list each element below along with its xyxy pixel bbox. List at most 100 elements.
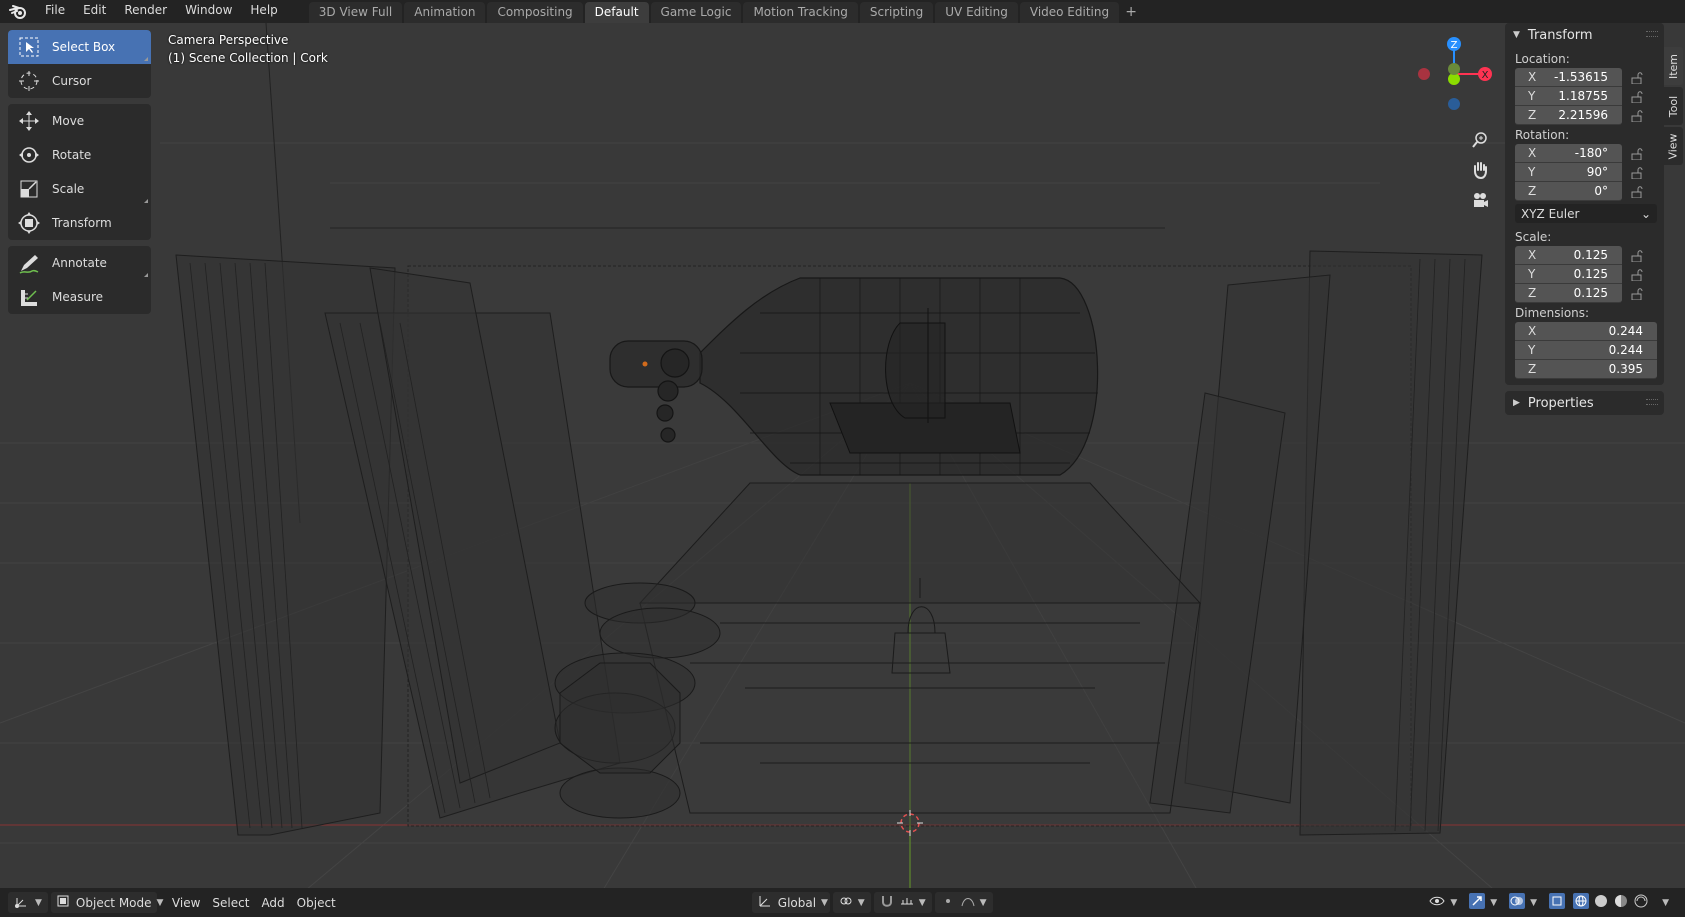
annotate-icon bbox=[16, 250, 42, 276]
pivot-point-dropdown[interactable]: ▼ bbox=[832, 892, 871, 913]
editor-type-button[interactable]: ▼ bbox=[8, 892, 48, 913]
rotation-x-field[interactable]: X -180° bbox=[1515, 144, 1622, 163]
tab-game-logic[interactable]: Game Logic bbox=[650, 2, 742, 23]
tab-compositing[interactable]: Compositing bbox=[487, 2, 583, 23]
dimensions-x-field[interactable]: X 0.244 bbox=[1515, 322, 1657, 341]
pan-hand-icon[interactable] bbox=[1467, 157, 1493, 183]
falloff-icon[interactable] bbox=[961, 894, 975, 911]
drag-grip-icon[interactable] bbox=[1646, 31, 1658, 37]
rotation-mode-dropdown[interactable]: XYZ Euler ⌄ bbox=[1515, 204, 1657, 223]
sidebar-panel: ▼ Transform Location: X -1.53615 Y 1.18755… bbox=[1505, 23, 1664, 895]
tool-annotate[interactable]: Annotate bbox=[8, 246, 151, 280]
overlays-toggle[interactable]: ▼ bbox=[1503, 892, 1543, 913]
menu-file[interactable]: File bbox=[36, 0, 74, 23]
menu-select[interactable]: Select bbox=[206, 892, 255, 913]
3d-viewport[interactable]: Select Box Cursor Move Rotate Scale Tran… bbox=[0, 23, 1685, 895]
tool-label: Select Box bbox=[52, 40, 116, 54]
rotation-z-field[interactable]: Z 0° bbox=[1515, 182, 1622, 201]
gizmo-toggle[interactable]: ▼ bbox=[1463, 892, 1503, 913]
dimensions-y-field[interactable]: Y 0.244 bbox=[1515, 341, 1657, 360]
tab-label: Tool bbox=[1667, 95, 1680, 117]
tab-animation[interactable]: Animation bbox=[404, 2, 486, 23]
shading-rendered-button[interactable] bbox=[1631, 892, 1651, 913]
tool-variants-indicator bbox=[144, 273, 148, 277]
tool-move[interactable]: Move bbox=[8, 104, 151, 138]
shading-solid-button[interactable] bbox=[1591, 892, 1611, 913]
location-label: Location: bbox=[1515, 52, 1570, 66]
tab-default[interactable]: Default bbox=[584, 2, 649, 23]
scale-y-field[interactable]: Y 0.125 bbox=[1515, 265, 1622, 284]
dimensions-z-field[interactable]: Z 0.395 bbox=[1515, 360, 1657, 379]
add-workspace-button[interactable]: + bbox=[1121, 2, 1141, 23]
camera-view-icon[interactable] bbox=[1467, 187, 1493, 213]
scale-z-field[interactable]: Z 0.125 bbox=[1515, 284, 1622, 303]
zoom-icon[interactable] bbox=[1467, 127, 1493, 153]
transform-panel-header[interactable]: ▼ Transform bbox=[1505, 23, 1664, 47]
scale-x-field[interactable]: X 0.125 bbox=[1515, 246, 1622, 265]
blender-logo-icon[interactable] bbox=[0, 0, 36, 23]
location-z-field[interactable]: Z 2.21596 bbox=[1515, 106, 1622, 125]
gizmo-neg-x[interactable] bbox=[1418, 68, 1430, 80]
scale-label: Scale: bbox=[1515, 230, 1552, 244]
tool-select-box[interactable]: Select Box bbox=[8, 30, 151, 64]
scale-icon bbox=[16, 176, 42, 202]
gizmo-neg-y[interactable] bbox=[1448, 63, 1460, 75]
menu-render[interactable]: Render bbox=[115, 0, 176, 23]
tab-scripting[interactable]: Scripting bbox=[859, 2, 934, 23]
tab-3d-view-full[interactable]: 3D View Full bbox=[308, 2, 403, 23]
snap-toggle[interactable]: ▼ bbox=[873, 892, 932, 913]
menu-object[interactable]: Object bbox=[291, 892, 342, 913]
tool-rotate[interactable]: Rotate bbox=[8, 138, 151, 172]
axis-label: Y bbox=[1528, 165, 1536, 179]
tab-motion-tracking[interactable]: Motion Tracking bbox=[743, 2, 858, 23]
location-y-field[interactable]: Y 1.18755 bbox=[1515, 87, 1622, 106]
menu-add[interactable]: Add bbox=[255, 892, 290, 913]
tool-transform[interactable]: Transform bbox=[8, 206, 151, 240]
lock-icon[interactable] bbox=[1622, 166, 1652, 179]
tab-video-editing[interactable]: Video Editing bbox=[1019, 2, 1120, 23]
measure-icon bbox=[16, 284, 42, 310]
lock-icon[interactable] bbox=[1622, 71, 1652, 84]
tab-uv-editing[interactable]: UV Editing bbox=[935, 2, 1018, 23]
lock-icon[interactable] bbox=[1622, 147, 1652, 160]
menu-help[interactable]: Help bbox=[241, 0, 286, 23]
rotation-label: Rotation: bbox=[1515, 128, 1570, 142]
field-value: -1.53615 bbox=[1554, 70, 1608, 84]
shading-material-button[interactable] bbox=[1611, 892, 1631, 913]
tool-scale[interactable]: Scale bbox=[8, 172, 151, 206]
shading-wireframe-button[interactable] bbox=[1571, 892, 1591, 913]
menu-window[interactable]: Window bbox=[176, 0, 241, 23]
proportional-editing-toggle[interactable]: ▼ bbox=[934, 892, 993, 913]
rotation-y-field[interactable]: Y 90° bbox=[1515, 163, 1622, 182]
lock-icon[interactable] bbox=[1622, 249, 1652, 262]
location-x-field[interactable]: X -1.53615 bbox=[1515, 68, 1622, 87]
axis-label: Z bbox=[1528, 362, 1537, 376]
drag-grip-icon[interactable] bbox=[1646, 399, 1658, 405]
visibility-dropdown[interactable]: ▼ bbox=[1423, 892, 1463, 913]
lock-icon[interactable] bbox=[1622, 287, 1652, 300]
lock-icon[interactable] bbox=[1622, 268, 1652, 281]
gizmo-neg-z[interactable] bbox=[1448, 98, 1460, 110]
menu-view[interactable]: View bbox=[166, 892, 206, 913]
menu-edit[interactable]: Edit bbox=[74, 0, 115, 23]
lock-icon[interactable] bbox=[1622, 109, 1652, 122]
shading-options-dropdown[interactable]: ▼ bbox=[1651, 892, 1675, 913]
navigation-gizmo[interactable]: Z X bbox=[1405, 31, 1500, 121]
properties-panel-header[interactable]: ▶ Properties bbox=[1505, 391, 1664, 415]
tab-tool[interactable]: Tool bbox=[1664, 87, 1683, 125]
lock-icon[interactable] bbox=[1622, 90, 1652, 103]
chevron-down-icon: ▼ bbox=[1450, 897, 1458, 908]
axis-label: Z bbox=[1528, 108, 1537, 122]
move-icon bbox=[16, 108, 42, 134]
object-mode-dropdown[interactable]: Object Mode ▼ bbox=[50, 892, 163, 913]
gizmo-x-label: X bbox=[1482, 70, 1489, 81]
xray-toggle[interactable] bbox=[1543, 892, 1571, 913]
lock-icon[interactable] bbox=[1622, 185, 1652, 198]
tool-cursor[interactable]: Cursor bbox=[8, 64, 151, 98]
select-tools-group: Select Box Cursor bbox=[8, 30, 151, 98]
tool-measure[interactable]: Measure bbox=[8, 280, 151, 314]
snap-increment-icon[interactable] bbox=[900, 894, 914, 911]
transform-orientation-dropdown[interactable]: Global ▼ bbox=[751, 892, 830, 913]
tab-item[interactable]: Item bbox=[1664, 47, 1683, 85]
tab-view[interactable]: View bbox=[1664, 127, 1683, 165]
